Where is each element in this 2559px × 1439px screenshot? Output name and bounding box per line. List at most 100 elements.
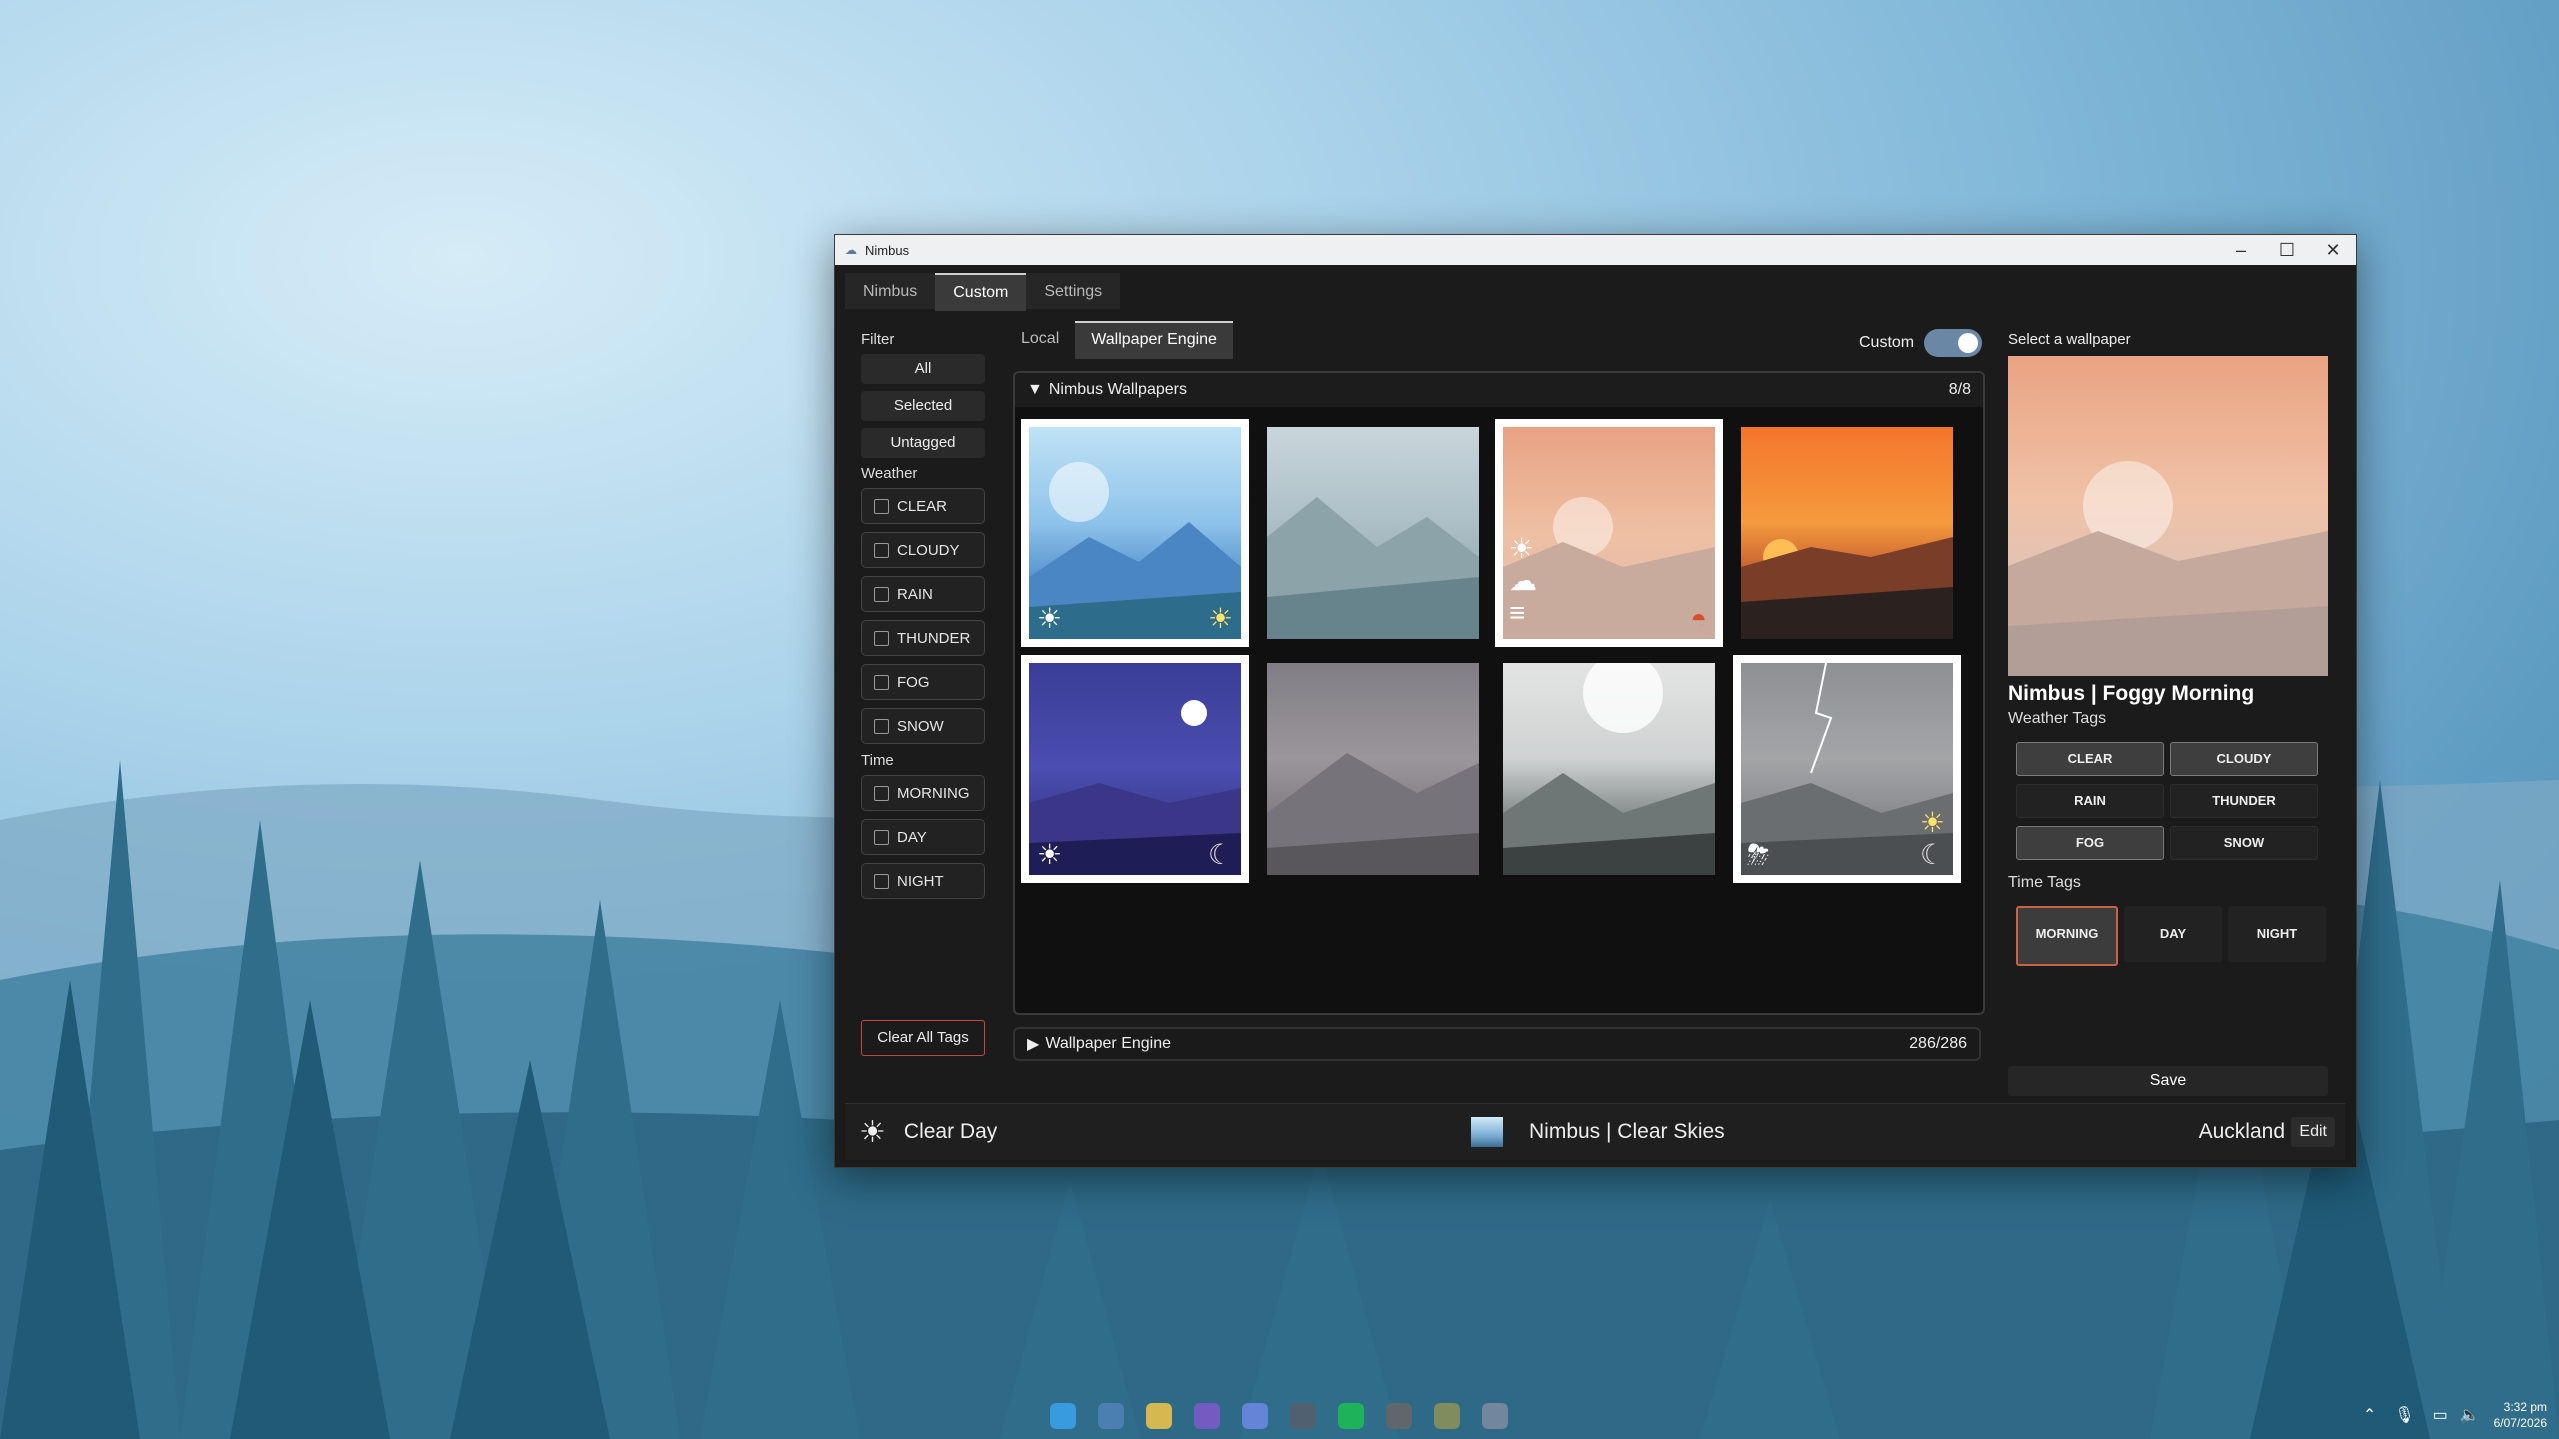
checkbox-box	[874, 498, 889, 514]
custom-toggle-label: Custom	[1859, 334, 1915, 351]
checkbox-box	[874, 630, 889, 646]
taskbar-app-icon[interactable]	[1434, 1403, 1460, 1429]
taskbar-app-icon[interactable]	[1290, 1403, 1316, 1429]
taskbar-app-icon[interactable]	[1242, 1403, 1268, 1429]
wallpaper-thumb-clear-day[interactable]: ☀ ☀	[1021, 419, 1249, 647]
sun-icon: ☀	[1037, 839, 1063, 870]
cloud-icon: ☁	[1509, 565, 1537, 596]
wallpaper-thumb-snow[interactable]	[1503, 663, 1715, 875]
location-city: Auckland	[2198, 1120, 2285, 1143]
window-title: Nimbus	[865, 242, 910, 258]
edit-location-button[interactable]: Edit	[2291, 1117, 2335, 1147]
sun-icon: ☀	[1207, 603, 1233, 634]
tab-custom[interactable]: Custom	[935, 273, 1027, 311]
current-wallpaper: Nimbus | Clear Skies	[1471, 1117, 1725, 1147]
filter-all-button[interactable]: All	[861, 354, 985, 384]
checkbox-label: DAY	[897, 828, 927, 846]
thumb-scene	[1503, 497, 1715, 639]
tag-night[interactable]: NIGHT	[2228, 906, 2326, 962]
clear-all-tags-button[interactable]: Clear All Tags	[861, 1020, 985, 1056]
weather-checkbox-fog[interactable]: FOG	[861, 664, 985, 700]
tag-thunder[interactable]: THUNDER	[2170, 784, 2318, 818]
thumb-scene	[1267, 497, 1479, 639]
nimbus-wallpapers-header[interactable]: ▼ Nimbus Wallpapers 8/8	[1015, 373, 1983, 407]
checkbox-box	[874, 785, 889, 801]
wallpaper-thumb-rain[interactable]	[1267, 663, 1479, 875]
thumb-scene	[1741, 537, 1953, 639]
wallpaper-details-panel: Select a wallpaper Nimbus | Foggy Mornin…	[2008, 331, 2328, 1096]
tag-clear[interactable]: CLEAR	[2016, 742, 2164, 776]
taskbar-app-icon[interactable]	[1338, 1403, 1364, 1429]
sun-icon: ☀	[1509, 533, 1535, 564]
filter-untagged-button[interactable]: Untagged	[861, 428, 985, 458]
weather-checkbox-clear[interactable]: CLEAR	[861, 488, 985, 524]
taskbar-app-icon[interactable]	[1098, 1403, 1124, 1429]
wallpaper-engine-title: Wallpaper Engine	[1045, 1035, 1172, 1052]
system-clock[interactable]: 3:32 pm 6/07/2026	[2494, 1399, 2547, 1431]
preview-scene	[2008, 461, 2328, 676]
current-weather: Clear Day	[903, 1120, 998, 1143]
weather-checkbox-thunder[interactable]: THUNDER	[861, 620, 985, 656]
clock-date: 6/07/2026	[2493, 1416, 2547, 1430]
tag-day[interactable]: DAY	[2124, 906, 2222, 962]
tab-nimbus[interactable]: Nimbus	[845, 273, 936, 309]
source-tabs: Local Wallpaper Engine	[1005, 321, 1233, 359]
window-controls: – ☐ ✕	[2218, 240, 2356, 261]
taskbar-app-icon[interactable]	[1386, 1403, 1412, 1429]
microphone-icon[interactable]: 🎙	[2394, 1405, 2414, 1425]
main-tabs: Nimbus Custom Settings	[845, 273, 1121, 311]
wallpaper-thumb-foggy-morning[interactable]: ☀ ☁ ≡ ◓	[1495, 419, 1723, 647]
custom-toggle[interactable]	[1924, 329, 1983, 357]
thunderstorm-icon: ⛈	[1747, 839, 1770, 870]
time-tags-grid: MORNING DAY NIGHT	[2016, 906, 2328, 966]
tag-snow[interactable]: SNOW	[2170, 826, 2318, 860]
tag-fog[interactable]: FOG	[2016, 826, 2164, 860]
network-icon[interactable]: ▭	[2433, 1405, 2448, 1425]
start-icon[interactable]	[1050, 1403, 1076, 1429]
system-tray: ⌃ 🎙 ▭ 🔈 3:32 pm 6/07/2026	[2363, 1391, 2559, 1439]
weather-checkbox-rain[interactable]: RAIN	[861, 576, 985, 612]
tab-settings[interactable]: Settings	[1026, 273, 1121, 309]
taskbar-app-icon[interactable]	[1482, 1403, 1508, 1429]
nimbus-window: ☁ Nimbus – ☐ ✕ Nimbus Custom Settings Fi…	[834, 234, 2357, 1168]
close-button[interactable]: ✕	[2310, 240, 2356, 261]
folder-icon[interactable]	[1146, 1403, 1172, 1429]
weather-checkbox-snow[interactable]: SNOW	[861, 708, 985, 744]
nimbus-wallpapers-panel: ▼ Nimbus Wallpapers 8/8 ☀ ☀ ☀ ☁ ≡ ◓ ☀ ☾	[1013, 371, 1985, 1015]
chevron-up-icon[interactable]: ⌃	[2363, 1405, 2376, 1425]
time-checkbox-day[interactable]: DAY	[861, 819, 985, 855]
checkbox-box	[874, 873, 889, 889]
checkbox-label: CLOUDY	[897, 541, 960, 559]
maximize-button[interactable]: ☐	[2264, 240, 2310, 261]
current-wallpaper-name: Nimbus | Clear Skies	[1529, 1120, 1725, 1143]
wallpaper-engine-section[interactable]: ▶ Wallpaper Engine 286/286	[1013, 1027, 1981, 1061]
time-checkbox-night[interactable]: NIGHT	[861, 863, 985, 899]
save-button[interactable]: Save	[2008, 1066, 2328, 1096]
nimbus-logo-icon: ☁	[845, 243, 857, 257]
weather-tags-label: Weather Tags	[2008, 710, 2107, 727]
time-label: Time	[861, 752, 894, 769]
tag-morning[interactable]: MORNING	[2016, 906, 2118, 966]
wallpaper-preview	[2008, 356, 2328, 676]
sun-icon: ☀	[859, 1115, 886, 1149]
toggle-knob	[1958, 333, 1979, 353]
selected-wallpaper-name: Nimbus | Foggy Morning	[2008, 682, 2255, 705]
minimize-button[interactable]: –	[2218, 240, 2264, 261]
wallpaper-thumb-thunder[interactable]: ⛈ ☀ ☾	[1733, 655, 1961, 883]
checkbox-label: NIGHT	[897, 872, 944, 890]
volume-icon[interactable]: 🔈	[2460, 1405, 2480, 1425]
title-bar[interactable]: ☁ Nimbus – ☐ ✕	[835, 235, 2356, 265]
tab-wallpaper-engine[interactable]: Wallpaper Engine	[1075, 321, 1233, 359]
tag-cloudy[interactable]: CLOUDY	[2170, 742, 2318, 776]
tag-rain[interactable]: RAIN	[2016, 784, 2164, 818]
tab-local[interactable]: Local	[1005, 321, 1075, 357]
wallpaper-thumb-night[interactable]: ☀ ☾	[1021, 655, 1249, 883]
wallpaper-thumb-sunset[interactable]	[1741, 427, 1953, 639]
taskbar-app-icon[interactable]	[1194, 1403, 1220, 1429]
checkbox-label: RAIN	[897, 585, 933, 603]
weather-checkbox-cloudy[interactable]: CLOUDY	[861, 532, 985, 568]
filter-selected-button[interactable]: Selected	[861, 391, 985, 421]
time-checkbox-morning[interactable]: MORNING	[861, 775, 985, 811]
clock-time: 3:32 pm	[2503, 1400, 2547, 1414]
wallpaper-thumb-cloudy[interactable]	[1267, 427, 1479, 639]
